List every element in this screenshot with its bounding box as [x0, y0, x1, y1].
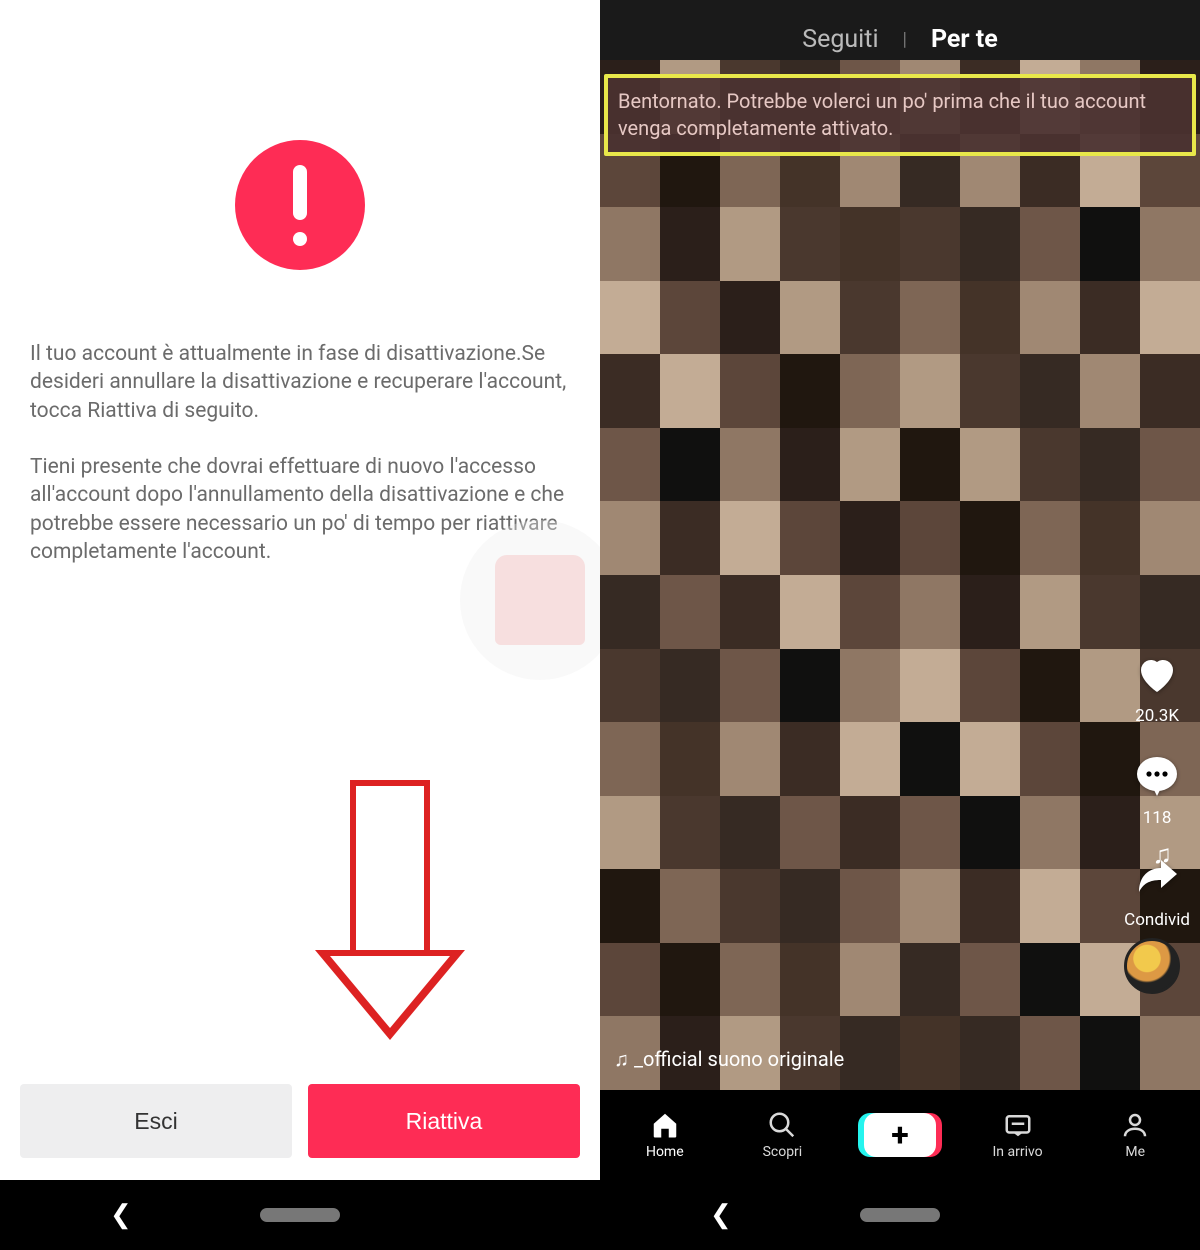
heart-icon [1133, 650, 1181, 702]
home-pill-icon[interactable] [860, 1208, 940, 1222]
system-nav-bar-left: ❮ [0, 1180, 600, 1250]
create-button[interactable]: + [864, 1113, 936, 1157]
tab-following[interactable]: Seguiti [802, 25, 878, 54]
nav-create[interactable]: + [860, 1113, 940, 1157]
reactivate-screen: Il tuo account è attualmente in fase di … [0, 0, 600, 1250]
nav-discover-label: Scopri [763, 1144, 803, 1160]
comment-count: 118 [1143, 808, 1172, 828]
button-row: Esci Riattiva [0, 1084, 600, 1158]
nav-me-label: Me [1125, 1144, 1145, 1160]
sound-text: ♫ _official suono originale [614, 1047, 844, 1072]
tab-separator: | [903, 29, 907, 50]
nav-inbox[interactable]: In arrivo [978, 1110, 1058, 1160]
video-content-pixelated [600, 60, 1200, 1090]
nav-home-label: Home [646, 1144, 684, 1160]
like-action[interactable]: 20.3K [1133, 650, 1181, 726]
nav-discover[interactable]: Scopri [742, 1110, 822, 1160]
music-note-icon: ♫ [1153, 839, 1173, 870]
nav-inbox-label: In arrivo [992, 1144, 1042, 1160]
home-icon [650, 1110, 680, 1140]
comment-icon [1133, 752, 1181, 804]
share-label: Condivid [1124, 910, 1190, 930]
search-icon [767, 1110, 797, 1140]
welcome-back-banner: Bentornato. Potrebbe volerci un po' prim… [604, 74, 1196, 156]
back-icon[interactable]: ❮ [710, 1200, 732, 1230]
alert-icon [235, 140, 365, 270]
exit-button[interactable]: Esci [20, 1084, 292, 1158]
nav-home[interactable]: Home [625, 1110, 705, 1160]
inbox-icon [1003, 1110, 1033, 1140]
left-content: Il tuo account è attualmente in fase di … [0, 0, 600, 1084]
home-pill-icon[interactable] [260, 1208, 340, 1222]
like-count: 20.3K [1135, 706, 1179, 726]
feed-screen: Seguiti | Per te Bentornato. Potrebbe vo… [600, 0, 1200, 1250]
video-area[interactable]: Seguiti | Per te Bentornato. Potrebbe vo… [600, 0, 1200, 1090]
feed-tabs: Seguiti | Per te [600, 25, 1200, 54]
nav-me[interactable]: Me [1095, 1110, 1175, 1160]
sound-disc[interactable] [1124, 938, 1180, 994]
sound-info[interactable]: ♫ _official suono originale [614, 1047, 844, 1072]
back-icon[interactable]: ❮ [110, 1200, 132, 1230]
annotation-arrow-icon [350, 780, 465, 1040]
description-block: Il tuo account è attualmente in fase di … [30, 340, 570, 566]
comment-action[interactable]: 118 [1133, 752, 1181, 828]
bottom-nav: Home Scopri + In arrivo Me [600, 1090, 1200, 1180]
profile-icon [1120, 1110, 1150, 1140]
description-paragraph-1: Il tuo account è attualmente in fase di … [30, 340, 570, 425]
reactivate-button[interactable]: Riattiva [308, 1084, 580, 1158]
tab-for-you[interactable]: Per te [931, 25, 998, 54]
plus-icon: + [891, 1119, 908, 1151]
side-action-bar: 20.3K 118 Condivid [1124, 650, 1190, 930]
system-nav-bar-right: ❮ [600, 1180, 1200, 1250]
watermark-logo [460, 520, 600, 680]
